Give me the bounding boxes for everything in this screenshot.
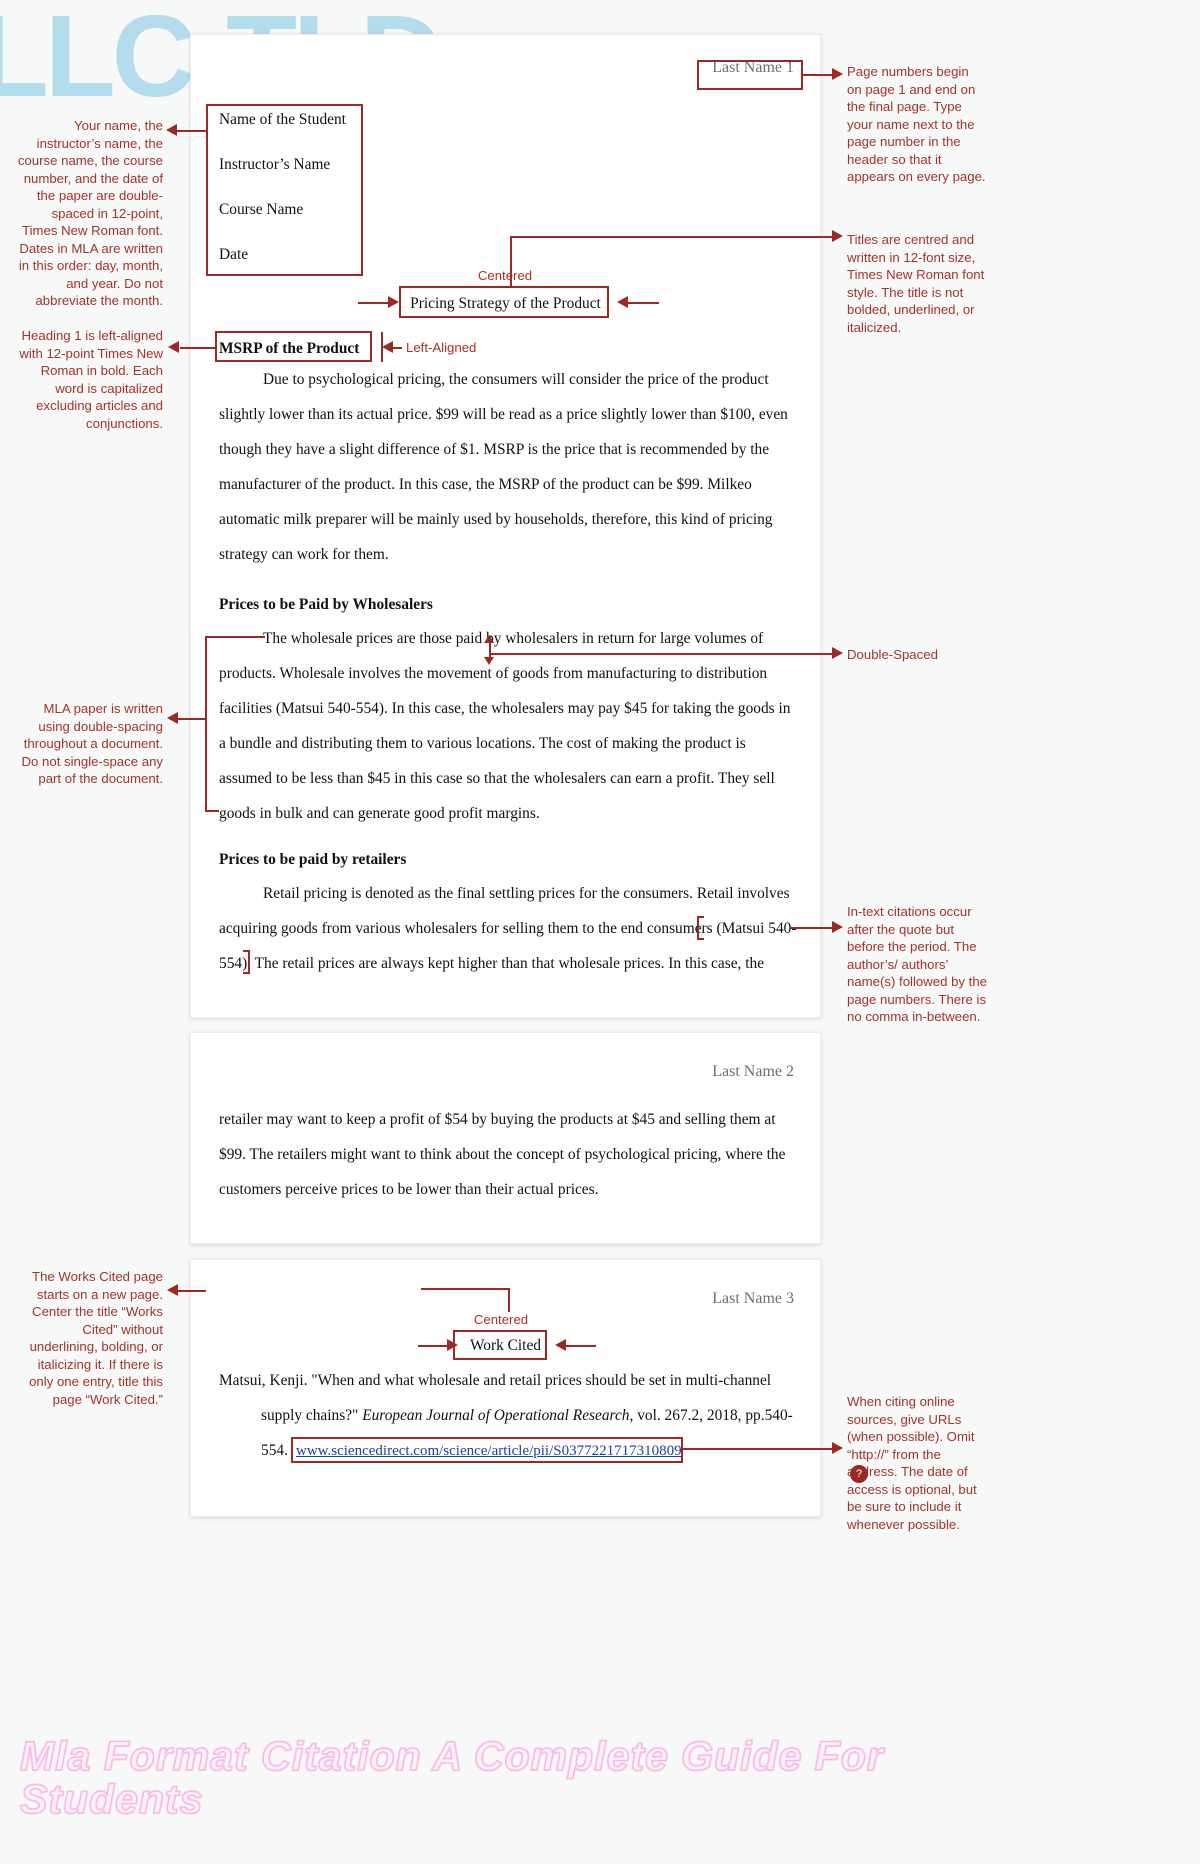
- citation-line-2: supply chains?" European Journal of Oper…: [261, 1407, 800, 1425]
- arrow-heading-block: [166, 124, 177, 136]
- callout-box-works-cited-title: [453, 1330, 547, 1360]
- connector-urls: [682, 1448, 832, 1450]
- connector-wc-right: [566, 1345, 596, 1347]
- annotation-heading1: Heading 1 is left-aligned with 12-point …: [19, 328, 163, 431]
- callout-box-heading-block: [206, 104, 363, 276]
- body3-line-2: acquiring goods from various wholesalers…: [219, 920, 797, 937]
- arrow-double-spacing: [167, 712, 178, 724]
- body1-line-5: automatic milk preparer will be mainly u…: [219, 511, 773, 528]
- arrow-titles: [832, 230, 843, 242]
- connector-title-horizontal: [510, 236, 832, 238]
- connector-dspace-top: [205, 636, 265, 638]
- connector-wc-centered-vertical: [508, 1288, 510, 1312]
- connector-works-cited: [178, 1290, 206, 1292]
- page-2-header: Last Name 2: [712, 1063, 794, 1080]
- arrow-left-aligned: [382, 341, 393, 353]
- callout-box-heading1: [215, 331, 372, 362]
- connector-heading1: [180, 347, 215, 349]
- arrow-wc-left: [447, 1339, 458, 1351]
- callout-box-page-number: [697, 60, 803, 90]
- connector-centered-left: [358, 302, 389, 304]
- annotation-in-text-citations: In-text citations occur after the quote …: [847, 904, 988, 1025]
- body3-line-3: 554). The retail prices are always kept …: [219, 955, 765, 972]
- label-centered-title: Centered: [477, 268, 533, 283]
- connector-centered-right: [628, 302, 659, 304]
- label-centered-works-cited: Centered: [473, 1312, 529, 1327]
- annotation-urls: When citing online sources, give URLs (w…: [847, 1394, 977, 1532]
- body2-line-4: a bundle and distributing them to variou…: [219, 735, 746, 752]
- document-page-2: Last Name 2 retailer may want to keep a …: [190, 1032, 821, 1244]
- arrow-works-cited: [167, 1284, 178, 1296]
- body2-line-3: facilities (Matsui 540-554). In this cas…: [219, 700, 791, 717]
- label-double-spaced: Double-Spaced: [847, 647, 938, 662]
- page2-body-line-3: customers perceive prices to be lower th…: [219, 1181, 599, 1198]
- connector-double-spaced: [489, 653, 832, 655]
- citation-journal-name: European Journal of Operational Research: [362, 1407, 630, 1424]
- arrow-double-spaced: [832, 647, 843, 659]
- heading-wholesalers: Prices to be Paid by Wholesalers: [219, 596, 433, 613]
- document-page-3-works-cited: Last Name 3 Work Cited Matsui, Kenji. "W…: [190, 1259, 821, 1517]
- arrow-centered-left: [388, 296, 399, 308]
- connector-in-text-citations: [790, 927, 832, 929]
- connector-dspace-arrow-line: [178, 718, 206, 720]
- callout-box-title: [399, 286, 609, 318]
- page2-body-line-2: $99. The retailers might want to think a…: [219, 1146, 786, 1163]
- citation-line-1: Matsui, Kenji. "When and what wholesale …: [219, 1372, 772, 1389]
- arrow-in-text-citations: [832, 921, 843, 933]
- body2-line-5: assumed to be less than $45 in this case…: [219, 770, 775, 787]
- citation-url-highlight-box: [291, 1437, 683, 1463]
- connector-wc-centered-horizontal: [421, 1288, 509, 1290]
- arrow-heading1: [168, 341, 179, 353]
- arrow-page-number: [832, 68, 843, 80]
- arrow-centered-right: [617, 296, 628, 308]
- citation-journal-suffix: , vol. 267.2, 2018, pp.540-: [629, 1407, 793, 1424]
- body2-line-1: The wholesale prices are those paid by w…: [263, 630, 764, 647]
- bracket-citation-close: [243, 950, 250, 974]
- label-left-aligned: Left-Aligned: [406, 340, 477, 355]
- watermark-bottom-title: Mla Format Citation A Complete Guide For…: [19, 1733, 884, 1823]
- body1-line-3: though they have a slight difference of …: [219, 441, 770, 458]
- connector-left-aligned: [392, 347, 402, 349]
- body1-line-4: manufacturer of the product. In this cas…: [219, 476, 752, 493]
- body3-line-1: Retail pricing is denoted as the final s…: [263, 885, 790, 902]
- annotation-page-numbers: Page numbers begin on page 1 and end on …: [847, 64, 986, 185]
- annotation-heading-info: Your name, the instructor’s name, the co…: [17, 118, 163, 309]
- body1-line-6: strategy can work for them.: [219, 546, 389, 563]
- connector-dspace-bottom: [205, 810, 219, 812]
- heading-retailers: Prices to be paid by retailers: [219, 851, 407, 868]
- body2-line-2: products. Wholesale involves the movemen…: [219, 665, 768, 682]
- annotation-titles: Titles are centred and written in 12-fon…: [847, 232, 985, 335]
- body1-line-2: slightly lower than its actual price. $9…: [219, 406, 788, 423]
- page2-body-line-1: retailer may want to keep a profit of $5…: [219, 1111, 776, 1128]
- info-badge-icon: ?: [850, 1465, 868, 1483]
- connector-dspace-vertical: [205, 636, 207, 811]
- bracket-citation-open: [697, 916, 704, 940]
- annotation-works-cited: The Works Cited page starts on a new pag…: [29, 1269, 163, 1407]
- connector-wc-left: [418, 1345, 448, 1347]
- citation-journal-prefix: supply chains?": [261, 1407, 363, 1424]
- arrow-double-space-down: [484, 657, 494, 665]
- annotation-double-spacing: MLA paper is written using double-spacin…: [21, 701, 163, 787]
- connector-page-number: [803, 74, 832, 76]
- body2-line-6: goods in bulk and can generate good prof…: [219, 805, 540, 822]
- arrow-urls: [832, 1442, 843, 1454]
- arrow-wc-right: [555, 1339, 566, 1351]
- body1-line-1: Due to psychological pricing, the consum…: [263, 371, 769, 388]
- connector-heading-block: [177, 130, 206, 132]
- page-3-header: Last Name 3: [712, 1290, 794, 1307]
